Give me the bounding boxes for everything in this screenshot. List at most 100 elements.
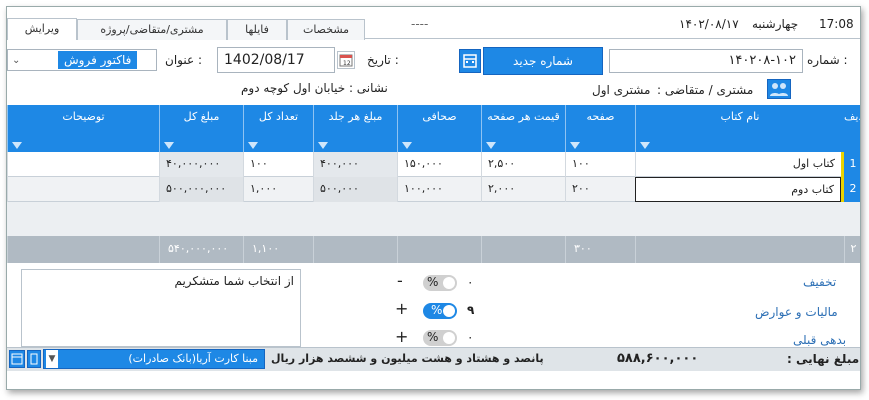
filter-icon[interactable] [402,142,412,149]
discount-value[interactable]: ۰ [467,275,473,289]
title-label: عنوان : [165,53,202,67]
day-display: چهارشنبه [752,17,799,31]
tax-value[interactable]: ۹ [467,303,474,317]
dash-mark: ---- [411,17,429,31]
row-indicator [841,152,844,177]
cell-description[interactable] [7,177,159,202]
number-label: شماره : [807,53,848,67]
title-value: فاکتور فروش [58,51,138,69]
address-text: نشانی : خیابان اول کوچه دوم [241,81,388,95]
cell-total: ۴۰,۰۰۰,۰۰۰ [159,152,243,177]
cell-book-name[interactable]: کتاب دوم [635,177,841,202]
percent-label: % [427,330,439,344]
col-price-per-page[interactable]: قیمت هر صفحه [481,105,565,152]
customer-value: مشتری اول [592,83,651,97]
grid-header: ردیف نام کتاب صفحه قیمت هر صفحه صحافی مب… [7,105,860,152]
svg-text:12: 12 [343,60,351,67]
notes-textarea[interactable]: از انتخاب شما متشکریم [21,269,301,347]
tab-customer-project[interactable]: مشتری/متقاضی/پروژه [77,19,227,40]
tabs-bar: ویرایش مشتری/متقاضی/پروژه فایلها مشخصات … [7,7,860,40]
title-select[interactable]: ⌄ فاکتور فروش [7,49,157,71]
cell-price-page[interactable]: ۲,۰۰۰ [481,177,565,202]
percent-label: % [431,303,443,317]
cell-count[interactable]: ۱۰۰ [243,152,313,177]
plus-sign[interactable]: + [395,299,408,318]
number-field[interactable]: ۱۴۰۲۰۸-۱۰۲ [609,49,803,73]
grid-footer: ۲ ۳۰۰ ۱,۱۰۰ ۵۴۰,۰۰۰,۰۰۰ [7,236,860,263]
cell-pages[interactable]: ۲۰۰ [565,177,635,202]
filter-icon[interactable] [164,142,174,149]
clock-display: 17:08 [819,17,854,31]
cell-price-page[interactable]: ۲,۵۰۰ [481,152,565,177]
grid-empty-area [7,202,860,236]
card-icon[interactable] [27,350,41,368]
row-number: 2 [844,177,860,202]
customer-label: مشتری / متقاضی : [657,83,754,97]
table-row[interactable]: 2 کتاب دوم ۲۰۰ ۲,۰۰۰ ۱۰۰,۰۰۰ ۵۰۰,۰۰۰ ۱,۰… [7,177,860,202]
percent-label: % [427,275,439,289]
cell-pages[interactable]: ۱۰۰ [565,152,635,177]
debt-value[interactable]: ۰ [467,330,473,344]
chevron-down-icon: ⌄ [12,55,21,66]
calculator-icon[interactable] [459,49,481,73]
chevron-down-icon: ▼ [46,350,58,368]
tab-specs[interactable]: مشخصات [287,19,365,40]
calendar-icon[interactable]: 12 [337,51,355,69]
col-description[interactable]: توضیحات [7,105,159,152]
minus-sign[interactable]: - [397,271,403,290]
amount-in-words: پانصد و هشتاد و هشت میلیون و ششصد هزار ر… [271,352,544,365]
torn-edge [7,371,860,389]
cell-binding[interactable]: ۱۵۰,۰۰۰ [397,152,481,177]
footer-count: ۲ [844,236,860,263]
cell-description[interactable] [7,152,159,177]
toggle-knob [443,277,455,289]
cell-total: ۵۰۰,۰۰۰,۰۰۰ [159,177,243,202]
calculator-icon[interactable] [9,350,25,368]
tab-files[interactable]: فایلها [227,19,287,40]
row-indicator [841,177,844,202]
filter-icon[interactable] [318,142,328,149]
date-field[interactable]: 1402/08/17 [217,47,335,73]
new-number-button[interactable]: شماره جدید [483,47,603,75]
bank-value: مبنا کارت آریا(بانک صادرات) [128,352,258,365]
filter-icon[interactable] [248,142,258,149]
footer-empty [397,236,481,263]
cell-unit-price: ۴۰۰,۰۰۰ [313,152,397,177]
col-pages[interactable]: صفحه [565,105,635,152]
filter-icon[interactable] [12,142,22,149]
toggle-knob [443,305,455,317]
col-unit-price[interactable]: مبلغ هر جلد [313,105,397,152]
tax-link[interactable]: مالیات و عوارض [755,305,838,319]
invoice-window: ویرایش مشتری/متقاضی/پروژه فایلها مشخصات … [6,6,861,390]
cell-binding[interactable]: ۱۰۰,۰۰۰ [397,177,481,202]
col-row[interactable]: ردیف [844,105,860,152]
filter-icon[interactable] [486,142,496,149]
table-row[interactable]: 1 کتاب اول ۱۰۰ ۲,۵۰۰ ۱۵۰,۰۰۰ ۴۰۰,۰۰۰ ۱۰۰… [7,152,860,177]
bank-select[interactable]: ▼ مبنا کارت آریا(بانک صادرات) [43,349,265,369]
filter-icon[interactable] [570,142,580,149]
tab-edit[interactable]: ویرایش [7,18,77,40]
col-book-name[interactable]: نام کتاب [635,105,844,152]
footer-empty [7,236,159,263]
col-total-amount[interactable]: مبلغ کل [159,105,243,152]
footer-pages: ۳۰۰ [565,236,635,263]
row-number: 1 [844,152,860,177]
footer-empty [481,236,565,263]
footer-empty [313,236,397,263]
debt-link[interactable]: بدهی قبلی [793,333,846,347]
footer-total-count: ۱,۱۰۰ [243,236,313,263]
customer-icon[interactable] [767,79,791,99]
plus-sign[interactable]: + [395,327,408,346]
col-binding[interactable]: صحافی [397,105,481,152]
discount-link[interactable]: تخفیف [803,275,836,289]
filter-icon[interactable] [640,142,650,149]
date-label: تاریخ : [367,53,399,67]
final-amount-label: مبلغ نهایی : [787,352,860,366]
col-total-count[interactable]: تعداد کل [243,105,313,152]
toggle-knob [443,332,455,344]
date-display: ۱۴۰۲/۰۸/۱۷ [679,17,739,31]
cell-count[interactable]: ۱,۰۰۰ [243,177,313,202]
footer-total-amount: ۵۴۰,۰۰۰,۰۰۰ [159,236,243,263]
cell-book-name[interactable]: کتاب اول [635,152,841,177]
footer-empty [635,236,844,263]
